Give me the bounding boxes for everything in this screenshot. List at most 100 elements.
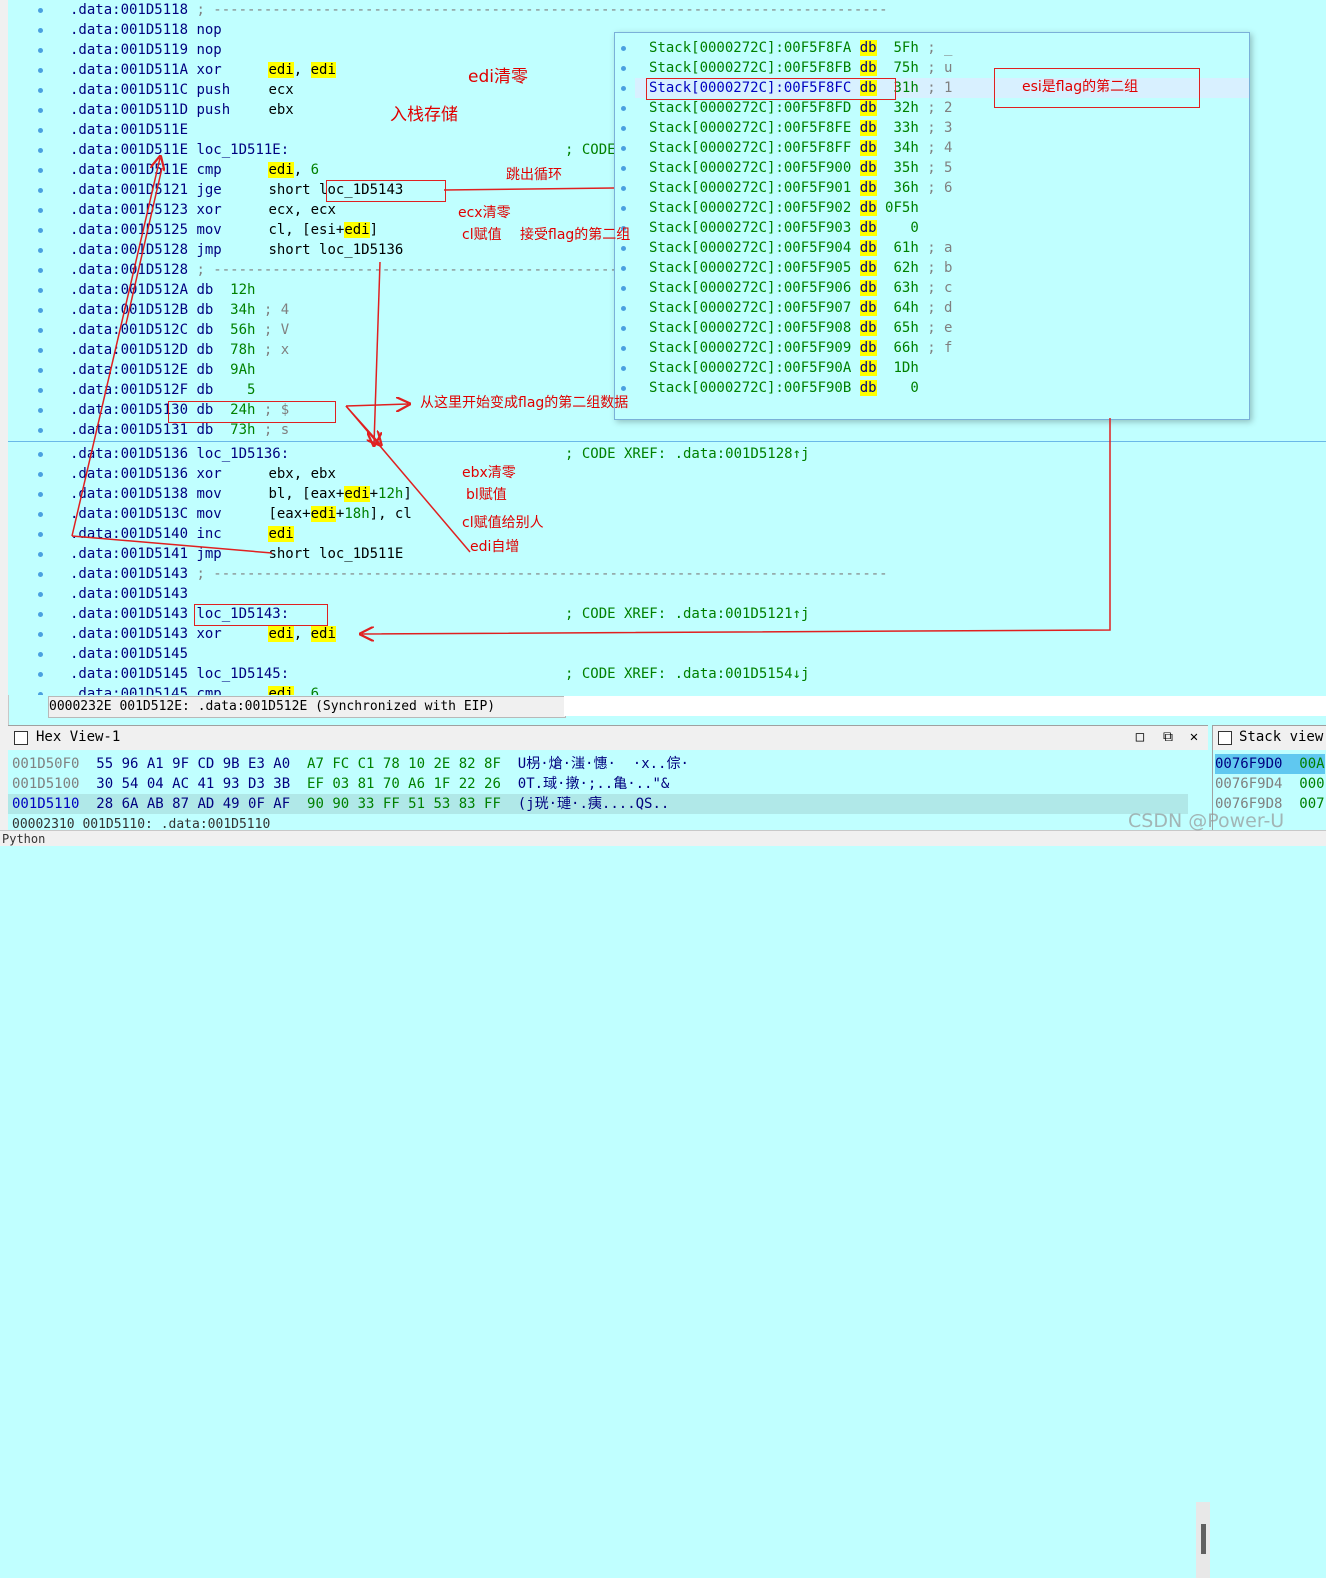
disasm-line[interactable]: .data:001D5143 xor edi, edi — [70, 624, 336, 644]
disasm-line[interactable]: .data:001D512F db 5 — [70, 380, 255, 400]
gutter-dot — [38, 288, 43, 293]
disasm-line[interactable]: .data:001D512B db 34h ; 4 — [70, 300, 289, 320]
disasm-line[interactable]: .data:001D5145 — [70, 644, 196, 664]
stack-line[interactable]: Stack[0000272C]:00F5F909 db 66h ; f — [649, 338, 952, 358]
stack-line[interactable]: Stack[0000272C]:00F5F908 db 65h ; e — [649, 318, 952, 338]
hex-row[interactable]: 001D5100 30 54 04 AC 41 93 D3 3B EF 03 8… — [12, 774, 669, 794]
gutter-dot — [38, 492, 43, 497]
disasm-address: .data:001D5141 — [70, 546, 189, 562]
hex-row[interactable]: 001D5110 28 6A AB 87 AD 49 0F AF 90 90 3… — [12, 794, 669, 814]
code-label[interactable]: loc_1D5136: — [196, 446, 289, 462]
stack-line[interactable]: Stack[0000272C]:00F5F8FE db 33h ; 3 — [649, 118, 952, 138]
stack-line[interactable]: Stack[0000272C]:00F5F906 db 63h ; c — [649, 278, 952, 298]
stack-db: db — [859, 340, 877, 356]
xref-comment[interactable]: ; CODE — [565, 140, 616, 160]
disasm-line[interactable]: .data:001D5118 nop — [70, 20, 268, 40]
hex-scroll-thumb[interactable] — [1201, 1524, 1206, 1554]
operand: cl, [esi+ — [268, 222, 345, 238]
hex-scrollbar[interactable] — [1196, 1502, 1210, 1578]
db-value: 73h — [230, 422, 256, 438]
annot-from-here: 从这里开始变成flag的第二组数据 — [420, 395, 629, 411]
disasm-line[interactable]: .data:001D5141 jmp short loc_1D511E — [70, 544, 403, 564]
hex-address: 001D5110 — [12, 796, 80, 812]
annot-recv-flag2: 接受flag的第二组 — [520, 227, 631, 243]
register-highlight: edi — [310, 62, 336, 78]
disasm-line[interactable]: .data:001D511A xor edi, edi — [70, 60, 336, 80]
db-comment: ; x — [263, 342, 290, 358]
stack-line[interactable]: Stack[0000272C]:00F5F90A db 1Dh — [649, 358, 919, 378]
register-highlight: edi — [268, 62, 294, 78]
disasm-line[interactable]: .data:001D511C push ecx — [70, 80, 294, 100]
disasm-address: .data:001D512D — [70, 342, 189, 358]
disasm-line[interactable]: .data:001D511E cmp edi, 6 — [70, 160, 319, 180]
hex-row[interactable]: 001D50F0 55 96 A1 9F CD 9B E3 A0 A7 FC C… — [12, 754, 689, 774]
disasm-line[interactable]: .data:001D5136 xor ebx, ebx — [70, 464, 336, 484]
xref-comment[interactable]: ; CODE XREF: .data:001D5121↑j — [565, 604, 809, 624]
disasm-line[interactable]: .data:001D5143 — [70, 584, 196, 604]
stack-line[interactable]: Stack[0000272C]:00F5F900 db 35h ; 5 — [649, 158, 952, 178]
stack-line[interactable]: Stack[0000272C]:00F5F902 db 0F5h — [649, 198, 919, 218]
stack-line[interactable]: Stack[0000272C]:00F5F907 db 64h ; d — [649, 298, 952, 318]
code-label[interactable]: loc_1D5145: — [196, 666, 289, 682]
disasm-address: .data:001D511A — [70, 62, 189, 78]
gutter-dot — [621, 206, 626, 211]
stack-address: Stack[0000272C]:00F5F8FB — [649, 60, 852, 76]
xref-comment[interactable]: ; CODE XREF: .data:001D5128↑j — [565, 444, 809, 464]
disasm-line[interactable]: .data:001D5119 nop — [70, 40, 268, 60]
gutter-dot — [38, 388, 43, 393]
disasm-address: .data:001D5123 — [70, 202, 189, 218]
operand: [eax+ — [268, 506, 311, 522]
stack-view-row[interactable]: 0076F9D0 00A — [1215, 754, 1325, 774]
stack-address: Stack[0000272C]:00F5F8FF — [649, 140, 852, 156]
gutter-dot — [38, 552, 43, 557]
disasm-line[interactable]: .data:001D5145 loc_1D5145: ; CODE XREF: .… — [70, 664, 809, 684]
disasm-line[interactable]: .data:001D5118 ; -----------------------… — [70, 0, 888, 20]
minimize-icon[interactable]: □ — [1132, 729, 1148, 745]
stack-view-address: 0076F9D4 — [1215, 776, 1283, 792]
stack-address: Stack[0000272C]:00F5F906 — [649, 280, 852, 296]
disasm-line[interactable]: .data:001D5123 xor ecx, ecx — [70, 200, 336, 220]
stack-line[interactable]: Stack[0000272C]:00F5F90B db 0 — [649, 378, 919, 398]
disasm-address: .data:001D5119 — [70, 42, 189, 58]
stack-address: Stack[0000272C]:00F5F90A — [649, 360, 852, 376]
close-icon[interactable]: ✕ — [1186, 729, 1202, 745]
disasm-line[interactable]: .data:001D512E db 9Ah — [70, 360, 255, 380]
disasm-line[interactable]: .data:001D513C mov [eax+edi+18h], cl — [70, 504, 412, 524]
gutter-dot — [621, 46, 626, 51]
disasm-line[interactable]: .data:001D511E loc_1D511E: ; CODE — [70, 140, 616, 160]
stack-db: db — [859, 240, 877, 256]
stack-view-row[interactable]: 0076F9D4 000 — [1215, 774, 1325, 794]
stack-line[interactable]: Stack[0000272C]:00F5F904 db 61h ; a — [649, 238, 952, 258]
disasm-line[interactable]: .data:001D512D db 78h ; x — [70, 340, 289, 360]
stack-line[interactable]: Stack[0000272C]:00F5F8FF db 34h ; 4 — [649, 138, 952, 158]
db-directive: db — [196, 282, 214, 298]
disasm-line[interactable]: .data:001D5145 cmp edi, 6 — [70, 684, 319, 695]
disasm-line[interactable]: .data:001D5143 ; -----------------------… — [70, 564, 888, 584]
disasm-line[interactable]: .data:001D5128 jmp short loc_1D5136 — [70, 240, 403, 260]
disasm-line[interactable]: .data:001D5140 inc edi — [70, 524, 294, 544]
gutter-dot — [38, 532, 43, 537]
disasm-line[interactable]: .data:001D5138 mov bl, [eax+edi+12h] — [70, 484, 412, 504]
stack-line[interactable]: Stack[0000272C]:00F5F905 db 62h ; b — [649, 258, 952, 278]
disasm-line[interactable]: .data:001D5131 db 73h ; s — [70, 420, 289, 440]
gutter-dot — [38, 128, 43, 133]
stack-line[interactable]: Stack[0000272C]:00F5F901 db 36h ; 6 — [649, 178, 952, 198]
code-label[interactable]: loc_1D511E: — [196, 142, 289, 158]
stack-line[interactable]: Stack[0000272C]:00F5F903 db 0 — [649, 218, 919, 238]
disasm-line[interactable]: .data:001D5125 mov cl, [esi+edi] — [70, 220, 378, 240]
disasm-line[interactable]: .data:001D511D push ebx — [70, 100, 294, 120]
stack-line[interactable]: Stack[0000272C]:00F5F8FB db 75h ; u — [649, 58, 952, 78]
stack-value: 0 — [885, 380, 919, 396]
stack-line[interactable]: Stack[0000272C]:00F5F8FA db 5Fh ; _ — [649, 38, 952, 58]
disasm-line[interactable]: .data:001D5136 loc_1D5136: ; CODE XREF: .… — [70, 444, 809, 464]
disasm-line[interactable]: .data:001D512A db 12h — [70, 280, 255, 300]
disasm-line[interactable]: .data:001D511E — [70, 120, 196, 140]
disasm-line[interactable]: .data:001D512C db 56h ; V — [70, 320, 289, 340]
gutter-dot — [621, 166, 626, 171]
register-highlight: edi — [310, 626, 336, 642]
stack-db: db — [859, 280, 877, 296]
mnemonic: mov — [196, 222, 222, 238]
xref-comment[interactable]: ; CODE XREF: .data:001D5154↓j — [565, 664, 809, 684]
stack-line[interactable]: Stack[0000272C]:00F5F8FD db 32h ; 2 — [649, 98, 952, 118]
restore-icon[interactable]: ⧉ — [1160, 729, 1176, 745]
